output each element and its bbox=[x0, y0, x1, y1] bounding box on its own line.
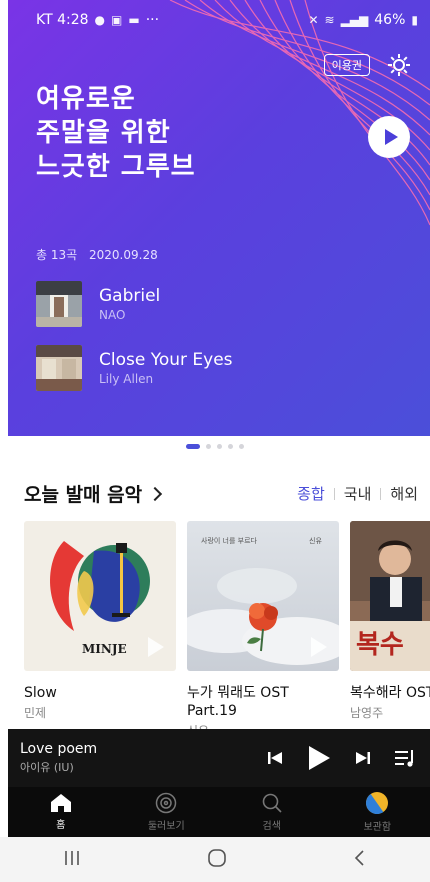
play-icon bbox=[309, 746, 330, 770]
back-icon bbox=[354, 849, 364, 866]
image-icon: ▣ bbox=[111, 13, 123, 27]
back-button[interactable] bbox=[351, 849, 369, 871]
carousel-indicator bbox=[0, 444, 430, 449]
playlist-date: 2020.09.28 bbox=[89, 248, 158, 262]
track-title: Close Your Eyes bbox=[99, 350, 233, 370]
disc-icon bbox=[156, 792, 177, 814]
bottom-navigation: 홈 둘러보기 검색 보관함 bbox=[8, 787, 430, 837]
carousel-dot[interactable] bbox=[186, 444, 200, 449]
play-button[interactable] bbox=[306, 744, 332, 772]
carousel-dot[interactable] bbox=[206, 444, 211, 449]
track-count: 총 13곡 bbox=[36, 248, 78, 262]
wifi-icon: ≋ bbox=[324, 13, 335, 27]
carousel-dot[interactable] bbox=[228, 444, 233, 449]
previous-button[interactable] bbox=[266, 749, 284, 767]
battery-icon: ▮ bbox=[411, 13, 418, 27]
chat-icon: ● bbox=[94, 13, 106, 27]
track-title: Gabriel bbox=[99, 286, 161, 306]
skip-next-icon bbox=[356, 752, 370, 764]
search-icon bbox=[262, 793, 282, 813]
system-navigation-bar bbox=[0, 837, 430, 882]
album-card[interactable]: MINJE Slow 민제 bbox=[24, 521, 176, 721]
album-title: 복수해라 OST bbox=[350, 685, 430, 701]
status-bar: KT 4:28 ● ▣ ▬ ··· ✕ ≋ ▂▄▆ 46% ▮ bbox=[8, 0, 430, 40]
now-playing-info[interactable]: Love poem 아이유 (IU) bbox=[8, 741, 266, 775]
playlist-title-line: 느긋한 그루브 bbox=[36, 152, 196, 182]
playlist-title-line: 주말을 위한 bbox=[36, 118, 171, 148]
album-title: 누가 뭐래도 OST Part.19 bbox=[187, 684, 339, 720]
release-filter-tabs: 종합 국내 해외 bbox=[297, 483, 430, 504]
album-cover-text: 사랑이 너를 부르다 bbox=[201, 536, 258, 545]
album-cover[interactable]: MINJE bbox=[24, 521, 176, 671]
playlist-title: 여유로운 주말을 위한 느긋한 그루브 bbox=[36, 82, 196, 184]
playlist-title-line: 여유로운 bbox=[36, 84, 136, 114]
filter-tab-overseas[interactable]: 해외 bbox=[390, 483, 418, 504]
settings-icon[interactable] bbox=[386, 52, 412, 78]
album-cover[interactable]: 사랑이 너를 부르다 신유 bbox=[187, 521, 339, 671]
divider bbox=[380, 487, 382, 500]
album-cover-text: MINJE bbox=[82, 642, 127, 656]
now-playing-artist: 아이유 (IU) bbox=[20, 761, 74, 774]
home-icon bbox=[50, 794, 71, 812]
home-circle-icon bbox=[208, 848, 226, 867]
recent-apps-icon bbox=[65, 850, 80, 865]
nav-label: 보관함 bbox=[363, 822, 392, 833]
library-icon bbox=[366, 792, 389, 814]
play-icon[interactable] bbox=[148, 637, 164, 657]
today-release-header: 오늘 발매 음악 종합 국내 해외 bbox=[24, 480, 430, 507]
track-artist: NAO bbox=[99, 308, 126, 322]
playlist-meta: 총 13곡 2020.09.28 bbox=[36, 246, 158, 263]
album-artist: 남영주 bbox=[350, 706, 384, 720]
carrier-time: KT 4:28 bbox=[36, 12, 89, 28]
carousel-dot[interactable] bbox=[239, 444, 244, 449]
album-cover-text: 신유 bbox=[309, 536, 322, 545]
filter-tab-domestic[interactable]: 국내 bbox=[344, 483, 372, 504]
message-icon: ▬ bbox=[128, 13, 140, 27]
filter-tab-all[interactable]: 종합 bbox=[297, 483, 325, 504]
now-playing-title: Love poem bbox=[20, 741, 98, 757]
featured-playlist-banner[interactable]: KT 4:28 ● ▣ ▬ ··· ✕ ≋ ▂▄▆ 46% ▮ 이용권 여유로운… bbox=[8, 0, 430, 436]
play-icon bbox=[384, 129, 398, 145]
nav-label: 홈 bbox=[56, 820, 66, 831]
track-item[interactable]: Gabriel NAO bbox=[36, 280, 416, 328]
nav-label: 검색 bbox=[262, 821, 281, 832]
track-artist: Lily Allen bbox=[99, 372, 154, 386]
nav-search[interactable]: 검색 bbox=[232, 792, 312, 832]
album-card[interactable]: 사랑이 너를 부르다 신유 누가 뭐래도 OST Part.19 신유 bbox=[187, 521, 339, 739]
recent-apps-button[interactable] bbox=[61, 849, 83, 871]
subscription-button[interactable]: 이용권 bbox=[323, 54, 370, 76]
skip-previous-icon bbox=[268, 752, 282, 764]
album-carousel[interactable]: MINJE Slow 민제 사랑이 너를 부르다 신유 누가 뭐래도 OST P… bbox=[24, 521, 430, 741]
track-item[interactable]: Close Your Eyes Lily Allen bbox=[36, 344, 416, 392]
mute-icon: ✕ bbox=[308, 13, 319, 27]
play-icon[interactable] bbox=[311, 637, 327, 657]
section-title[interactable]: 오늘 발매 음악 bbox=[24, 480, 142, 507]
queue-icon bbox=[395, 750, 413, 767]
divider bbox=[333, 487, 335, 500]
album-thumbnail bbox=[36, 345, 82, 391]
album-cover-text: 복수 bbox=[356, 630, 404, 660]
album-card[interactable]: 복수 복수해라 OST 남영주 bbox=[350, 521, 430, 721]
play-playlist-button[interactable] bbox=[368, 116, 410, 158]
nav-home[interactable]: 홈 bbox=[21, 793, 101, 831]
carousel-dot[interactable] bbox=[217, 444, 222, 449]
album-artist: 민제 bbox=[24, 706, 47, 720]
album-title: Slow bbox=[24, 685, 57, 701]
more-notifications: ··· bbox=[145, 12, 160, 28]
album-thumbnail bbox=[36, 281, 82, 327]
next-button[interactable] bbox=[354, 749, 372, 767]
home-system-button[interactable] bbox=[206, 847, 228, 873]
battery-percent: 46% bbox=[374, 12, 406, 28]
album-title-line: Part.19 bbox=[187, 703, 237, 719]
chevron-right-icon[interactable] bbox=[148, 486, 163, 501]
nav-library[interactable]: 보관함 bbox=[337, 791, 417, 833]
playlist-queue-button[interactable] bbox=[394, 748, 416, 768]
album-title-line: 누가 뭐래도 OST bbox=[187, 685, 289, 701]
nav-browse[interactable]: 둘러보기 bbox=[126, 792, 206, 832]
album-cover[interactable]: 복수 bbox=[350, 521, 430, 671]
nav-label: 둘러보기 bbox=[147, 821, 185, 832]
signal-icon: ▂▄▆ bbox=[340, 13, 369, 27]
mini-player[interactable]: Love poem 아이유 (IU) bbox=[8, 729, 430, 787]
player-controls bbox=[266, 744, 430, 772]
